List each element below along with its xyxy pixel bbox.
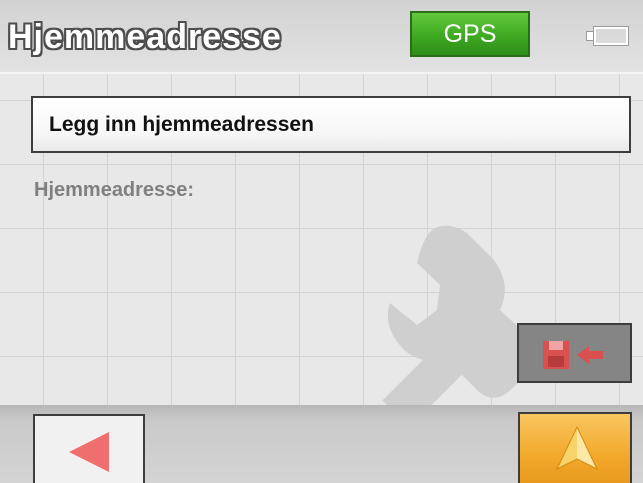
- battery-icon: [586, 24, 628, 48]
- save-to-icon: [543, 341, 603, 369]
- back-button[interactable]: [33, 414, 145, 483]
- title-bar: Hjemmeadresse GPS: [0, 0, 643, 74]
- enter-home-address-button[interactable]: Legg inn hjemmeadressen: [31, 96, 631, 153]
- battery-nub: [587, 32, 594, 40]
- save-button[interactable]: [517, 323, 632, 383]
- gps-status-button[interactable]: GPS: [410, 11, 530, 57]
- battery-body: [594, 27, 628, 45]
- navigate-arrow-icon: [555, 425, 599, 471]
- navigate-button[interactable]: [518, 412, 632, 483]
- screen: Hjemmeadresse GPS Legg inn hjemmeadresse…: [0, 0, 643, 483]
- back-arrow-icon: [69, 432, 109, 472]
- page-title: Hjemmeadresse: [8, 18, 282, 56]
- home-address-label: Hjemmeadresse:: [34, 179, 195, 201]
